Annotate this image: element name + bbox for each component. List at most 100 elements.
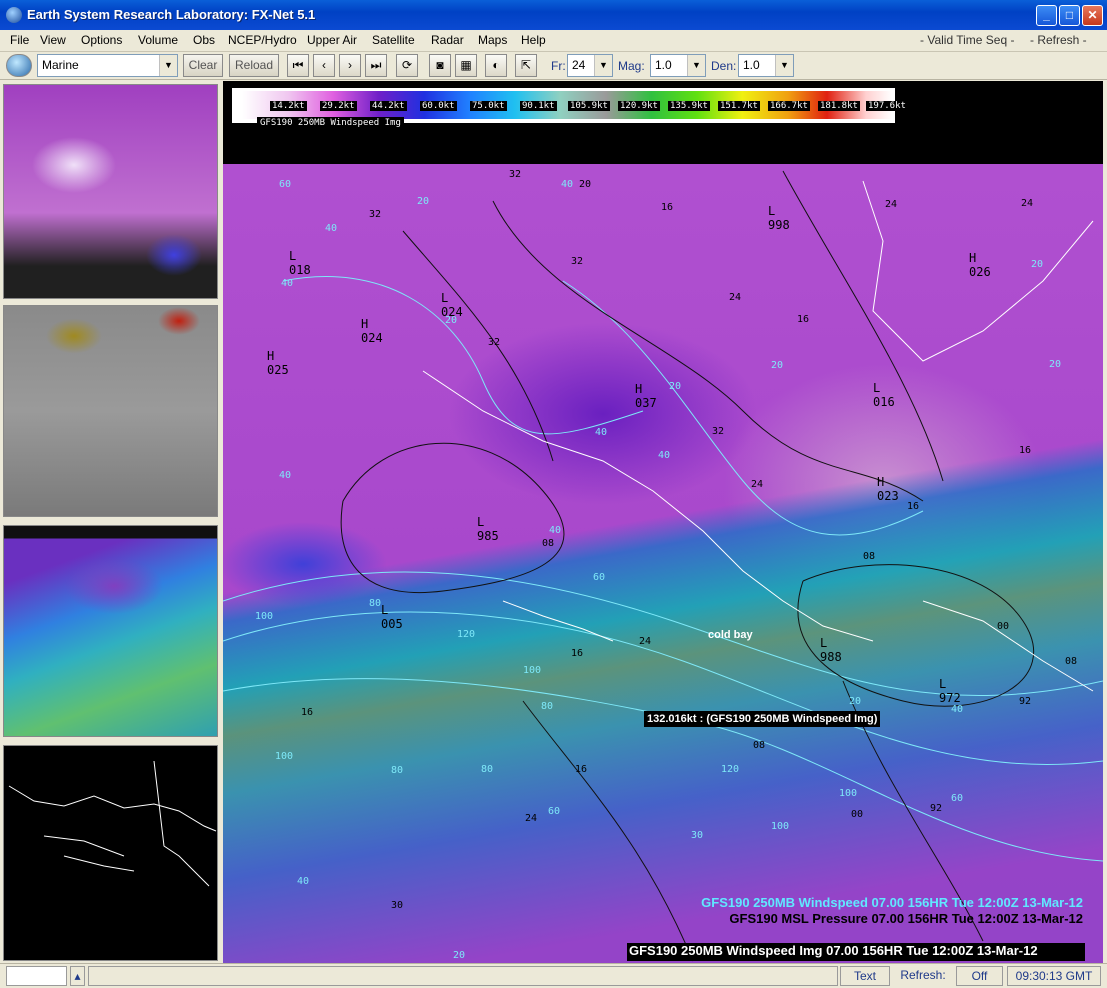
close-button[interactable]: ✕: [1082, 5, 1103, 26]
scale-label: 105.9kt: [568, 101, 610, 111]
menu-options[interactable]: Options: [81, 33, 122, 47]
pressure-value: 016: [873, 395, 895, 409]
status-input[interactable]: [6, 966, 67, 986]
minimize-button[interactable]: _: [1036, 5, 1057, 26]
pressure-value: 998: [768, 218, 790, 232]
pressure-center: H 025: [267, 349, 289, 377]
contour-label: 100: [275, 751, 294, 762]
status-expand-icon[interactable]: ▴: [70, 966, 85, 986]
pressure-type: H: [267, 349, 275, 363]
pressure-value: 018: [289, 263, 311, 277]
pressure-type: L: [768, 204, 776, 218]
main-map-panel[interactable]: 14.2kt 29.2kt 44.2kt 60.0kt 75.0kt 90.1k…: [223, 81, 1103, 963]
menu-volume[interactable]: Volume: [138, 33, 178, 47]
menu-satellite[interactable]: Satellite: [372, 33, 415, 47]
status-bar: ▴ Text Refresh: Off 09:30:13 GMT: [0, 963, 1107, 988]
pressure-type: H: [635, 382, 643, 396]
menu-radar[interactable]: Radar: [431, 33, 464, 47]
menu-file[interactable]: File: [10, 33, 29, 47]
thumbnail-satellite[interactable]: [3, 305, 218, 517]
pressure-center: L 985: [477, 515, 499, 543]
isobar-label: 24: [525, 813, 538, 824]
scale-label: 44.2kt: [370, 101, 407, 111]
pressure-center: H 037: [635, 382, 657, 410]
isobar-label: 24: [1021, 198, 1034, 209]
isobar-label: 32: [488, 337, 501, 348]
thumbnail-map-outline[interactable]: [3, 745, 218, 961]
den-select[interactable]: 1.0 ▼: [738, 54, 794, 77]
contour-label: 40: [297, 876, 310, 887]
text-toggle-button[interactable]: Text: [840, 966, 890, 986]
frame-select[interactable]: 24 ▼: [567, 54, 613, 77]
pressure-center: H 026: [969, 251, 991, 279]
loop-icon[interactable]: ⟳: [396, 54, 418, 77]
isobar-label: 08: [863, 551, 876, 562]
isobar-label: 24: [639, 636, 652, 647]
map-contours: [223, 170, 1103, 962]
legend-windspeed-img[interactable]: GFS190 250MB Windspeed Img 07.00 156HR T…: [627, 943, 1085, 961]
contour-label: 40: [281, 278, 294, 289]
isobar-label: 16: [301, 707, 314, 718]
refresh-label: Refresh:: [893, 966, 953, 986]
title-bar: Earth System Research Laboratory: FX-Net…: [0, 0, 1107, 30]
maximize-button[interactable]: □: [1059, 5, 1080, 26]
menu-obs[interactable]: Obs: [193, 33, 215, 47]
camera-icon[interactable]: ◙: [429, 54, 451, 77]
scale-label: 166.7kt: [768, 101, 810, 111]
refresh-menu[interactable]: - Refresh -: [1030, 33, 1087, 47]
scale-label: 75.0kt: [470, 101, 507, 111]
reload-button[interactable]: Reload: [229, 54, 279, 77]
next-frame-icon[interactable]: ›: [339, 54, 361, 77]
menu-help[interactable]: Help: [521, 33, 546, 47]
image-settings-icon[interactable]: ▦: [455, 54, 477, 77]
contour-label: 20: [1031, 259, 1044, 270]
region-select-value: Marine: [42, 58, 79, 72]
thumbnail-windspeed[interactable]: [3, 84, 218, 299]
legend-windspeed[interactable]: GFS190 250MB Windspeed 07.00 156HR Tue 1…: [701, 895, 1083, 910]
menu-ncep-hydro[interactable]: NCEP/Hydro: [228, 33, 297, 47]
clear-button[interactable]: Clear: [183, 54, 223, 77]
chevron-down-icon: ▼: [687, 55, 705, 76]
contour-label: 60: [593, 572, 606, 583]
first-frame-icon[interactable]: ⏮: [287, 54, 309, 77]
last-frame-icon[interactable]: ⏭: [365, 54, 387, 77]
valid-time-seq-menu[interactable]: - Valid Time Seq -: [920, 33, 1014, 47]
scale-label: 135.9kt: [668, 101, 710, 111]
legend-msl-pressure[interactable]: GFS190 MSL Pressure 07.00 156HR Tue 12:0…: [729, 911, 1083, 926]
isobar-label: 00: [851, 809, 864, 820]
scale-label: 197.6kt: [866, 101, 908, 111]
menu-upper-air[interactable]: Upper Air: [307, 33, 357, 47]
region-select[interactable]: Marine ▼: [37, 54, 178, 77]
color-wheel-icon[interactable]: ◐: [485, 54, 507, 77]
contour-label: 40: [595, 427, 608, 438]
pressure-value: 005: [381, 617, 403, 631]
isobar-label: 16: [797, 314, 810, 325]
isobar-label: 32: [571, 256, 584, 267]
contour-label: 20: [417, 196, 430, 207]
thumbnail-temperature[interactable]: [3, 525, 218, 737]
menu-bar: File View Options Volume Obs NCEP/Hydro …: [0, 30, 1107, 52]
cursor-tool-icon[interactable]: ⇱: [515, 54, 537, 77]
refresh-toggle-button[interactable]: Off: [956, 966, 1003, 986]
scale-label: 14.2kt: [270, 101, 307, 111]
chevron-down-icon: ▼: [594, 55, 612, 76]
contour-label: 80: [541, 701, 554, 712]
color-scale-title: GFS190 250MB Windspeed Img: [257, 117, 404, 129]
contour-label: 100: [771, 821, 790, 832]
mag-select[interactable]: 1.0 ▼: [650, 54, 706, 77]
chevron-down-icon: ▼: [775, 55, 793, 76]
menu-view[interactable]: View: [40, 33, 66, 47]
menu-maps[interactable]: Maps: [478, 33, 507, 47]
isobar-label: 16: [575, 764, 588, 775]
pressure-value: 026: [969, 265, 991, 279]
prev-frame-icon[interactable]: ‹: [313, 54, 335, 77]
globe-icon[interactable]: [6, 54, 32, 77]
isobar-label: 24: [885, 199, 898, 210]
contour-label: 80: [369, 598, 382, 609]
pressure-center: L 018: [289, 249, 311, 277]
contour-label: 40: [325, 223, 338, 234]
contour-label: 40: [561, 179, 574, 190]
app-globe-icon: [6, 7, 22, 23]
pressure-value: 988: [820, 650, 842, 664]
isobar-label: 20: [579, 179, 592, 190]
